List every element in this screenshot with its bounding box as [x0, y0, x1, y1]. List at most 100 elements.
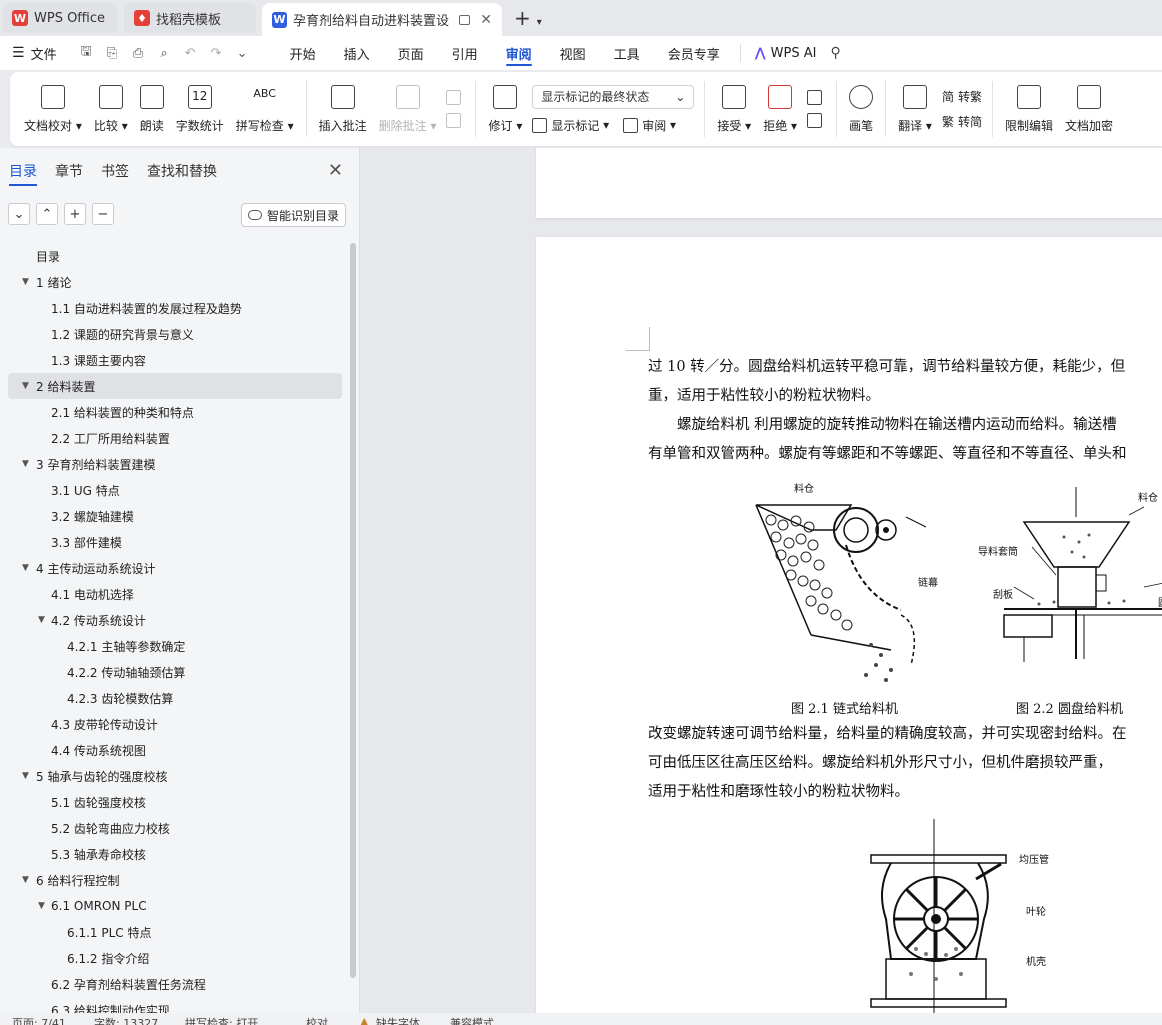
toc-item[interactable]: 1.3 课题主要内容	[0, 347, 350, 373]
file-menu[interactable]: ☰ 文件	[12, 44, 57, 63]
toc-item[interactable]: ▼ 4.2 传动系统设计	[0, 607, 350, 633]
expand-down-button[interactable]: ⌄	[8, 203, 30, 225]
page-indicator[interactable]: 页面: 7/41	[12, 1015, 66, 1025]
expand-triangle-icon[interactable]: ▼	[22, 381, 29, 391]
document-page[interactable]: 过 10 转／分。圆盘给料机运转平稳可靠，调节给料量较方便，耗能少，但 重，适用…	[536, 237, 1162, 1013]
delete-comment-button[interactable]: 删除批注 ▾	[373, 77, 443, 141]
toc-item[interactable]: 6.1.2 指令介绍	[0, 945, 350, 971]
add-heading-button[interactable]: +	[64, 203, 86, 225]
toc-item[interactable]: 6.1.1 PLC 特点	[0, 919, 350, 945]
toc-item[interactable]: 2.1 给料装置的种类和特点	[0, 399, 350, 425]
toc-item[interactable]: ▼ 5 轴承与齿轮的强度校核	[0, 763, 350, 789]
to-traditional-button[interactable]: 简转繁	[942, 88, 982, 105]
toc-item[interactable]: 1.2 课题的研究背景与意义	[0, 321, 350, 347]
tab-template[interactable]: ♦ 找稻壳模板	[124, 3, 256, 33]
toc-item[interactable]: ▼ 6.1 OMRON PLC	[0, 893, 350, 919]
new-tab-icon[interactable]: +	[514, 6, 531, 30]
pen-button[interactable]: 画笔	[843, 77, 879, 141]
translate-button[interactable]: 翻译 ▾	[892, 77, 938, 141]
read-aloud-button[interactable]: 朗读	[134, 77, 170, 141]
menu-tools[interactable]: 工具	[600, 36, 654, 70]
menu-review[interactable]: 审阅	[492, 36, 546, 70]
tab-chapter[interactable]: 章节	[55, 148, 83, 194]
toc-item[interactable]: 4.4 传动系统视图	[0, 737, 350, 763]
toc-item[interactable]: 4.2.1 主轴等参数确定	[0, 633, 350, 659]
menu-view[interactable]: 视图	[546, 36, 600, 70]
word-count-button[interactable]: 12 字数统计	[170, 77, 230, 141]
tab-wps-office[interactable]: W WPS Office	[2, 3, 118, 33]
redo-icon[interactable]: ↷	[209, 46, 224, 61]
chevron-down-icon[interactable]: ▾	[537, 17, 542, 28]
to-simplified-button[interactable]: 繁转简	[942, 113, 982, 130]
toc-item[interactable]: 6.3 给料控制动作实现	[0, 997, 350, 1014]
toc-item[interactable]: 4.2.2 传动轴轴颈估算	[0, 659, 350, 685]
wps-ai-button[interactable]: ⋀ WPS AI	[755, 46, 817, 61]
smart-toc-button[interactable]: 智能识别目录	[240, 203, 346, 227]
toc-item[interactable]: 1.1 自动进料装置的发展过程及趋势	[0, 295, 350, 321]
compare-button[interactable]: 比较 ▾	[88, 77, 134, 141]
close-icon[interactable]: ✕	[480, 12, 492, 28]
tab-toc[interactable]: 目录	[9, 148, 37, 194]
next-comment-button[interactable]	[446, 113, 465, 128]
encrypt-button[interactable]: 文档加密	[1059, 77, 1119, 141]
menu-reference[interactable]: 引用	[438, 36, 492, 70]
toc-item[interactable]: 3.3 部件建模	[0, 529, 350, 555]
doc-check-button[interactable]: 文档校对 ▾	[10, 77, 88, 141]
remove-heading-button[interactable]: −	[92, 203, 114, 225]
insert-comment-button[interactable]: 插入批注	[313, 77, 373, 141]
show-markup-button[interactable]: 显示标记 ▾	[532, 117, 609, 134]
expand-triangle-icon[interactable]: ▼	[38, 901, 45, 911]
toc-item[interactable]: ▼ 3 孕育剂给料装置建模	[0, 451, 350, 477]
toc-item[interactable]: ▼ 4 主传动运动系统设计	[0, 555, 350, 581]
toc-item[interactable]: 目录	[0, 243, 350, 269]
print-preview-icon[interactable]: ⌕	[157, 46, 172, 61]
toc-item[interactable]: 4.3 皮带轮传动设计	[0, 711, 350, 737]
expand-triangle-icon[interactable]: ▼	[22, 459, 29, 469]
toc-item[interactable]: 4.2.3 齿轮模数估算	[0, 685, 350, 711]
tab-bookmark[interactable]: 书签	[101, 148, 129, 194]
monitor-icon[interactable]	[458, 14, 471, 25]
toc-scrollbar[interactable]	[350, 243, 356, 978]
reject-button[interactable]: 拒绝 ▾	[757, 77, 803, 141]
prev-comment-button[interactable]	[446, 90, 465, 105]
toc-item[interactable]: 3.1 UG 特点	[0, 477, 350, 503]
accept-button[interactable]: 接受 ▾	[711, 77, 757, 141]
menu-member[interactable]: 会员专享	[654, 36, 734, 70]
toc-item[interactable]: 3.2 螺旋轴建模	[0, 503, 350, 529]
toc-item[interactable]: 2.2 工厂所用给料装置	[0, 425, 350, 451]
markup-state-select[interactable]: 显示标记的最终状态 ⌄	[532, 84, 695, 109]
close-icon[interactable]: ✕	[328, 160, 343, 181]
tab-document[interactable]: W 孕育剂给料自动进料装置设计 ✕	[262, 3, 502, 36]
chevron-down-icon[interactable]: ⌄	[235, 46, 250, 61]
revise-button[interactable]: 修订 ▾	[482, 77, 528, 141]
toc-item[interactable]: ▼ 2 给料装置	[8, 373, 342, 399]
spell-check-indicator[interactable]: 拼写检查: 打开	[185, 1015, 258, 1025]
toc-item[interactable]: 5.3 轴承寿命校核	[0, 841, 350, 867]
search-icon[interactable]: ⚲	[830, 45, 840, 61]
word-count-indicator[interactable]: 字数: 13327	[94, 1015, 158, 1025]
menu-page[interactable]: 页面	[384, 36, 438, 70]
toc-item[interactable]: 5.2 齿轮弯曲应力校核	[0, 815, 350, 841]
missing-font-indicator[interactable]: 缺失字体	[376, 1015, 420, 1025]
undo-icon[interactable]: ↶	[183, 46, 198, 61]
expand-triangle-icon[interactable]: ▼	[22, 771, 29, 781]
toc-item[interactable]: 6.2 孕育剂给料装置任务流程	[0, 971, 350, 997]
menu-insert[interactable]: 插入	[330, 36, 384, 70]
expand-triangle-icon[interactable]: ▼	[22, 277, 29, 287]
collapse-up-button[interactable]: ⌃	[36, 203, 58, 225]
tab-find-replace[interactable]: 查找和替换	[147, 148, 217, 194]
save-icon[interactable]: 🖫	[79, 42, 94, 64]
prev-revision-button[interactable]	[807, 90, 826, 105]
proof-indicator[interactable]: 校对	[306, 1015, 328, 1025]
toc-item[interactable]: 4.1 电动机选择	[0, 581, 350, 607]
expand-triangle-icon[interactable]: ▼	[38, 615, 45, 625]
toc-item[interactable]: 5.1 齿轮强度校核	[0, 789, 350, 815]
restrict-edit-button[interactable]: 限制编辑	[999, 77, 1059, 141]
menu-home[interactable]: 开始	[276, 36, 330, 70]
next-revision-button[interactable]	[807, 113, 826, 128]
expand-triangle-icon[interactable]: ▼	[22, 875, 29, 885]
expand-triangle-icon[interactable]: ▼	[22, 563, 29, 573]
spell-check-button[interactable]: ABC 拼写检查 ▾	[230, 77, 300, 141]
print-icon[interactable]: ⎙	[131, 46, 146, 61]
toc-item[interactable]: ▼ 6 给料行程控制	[0, 867, 350, 893]
